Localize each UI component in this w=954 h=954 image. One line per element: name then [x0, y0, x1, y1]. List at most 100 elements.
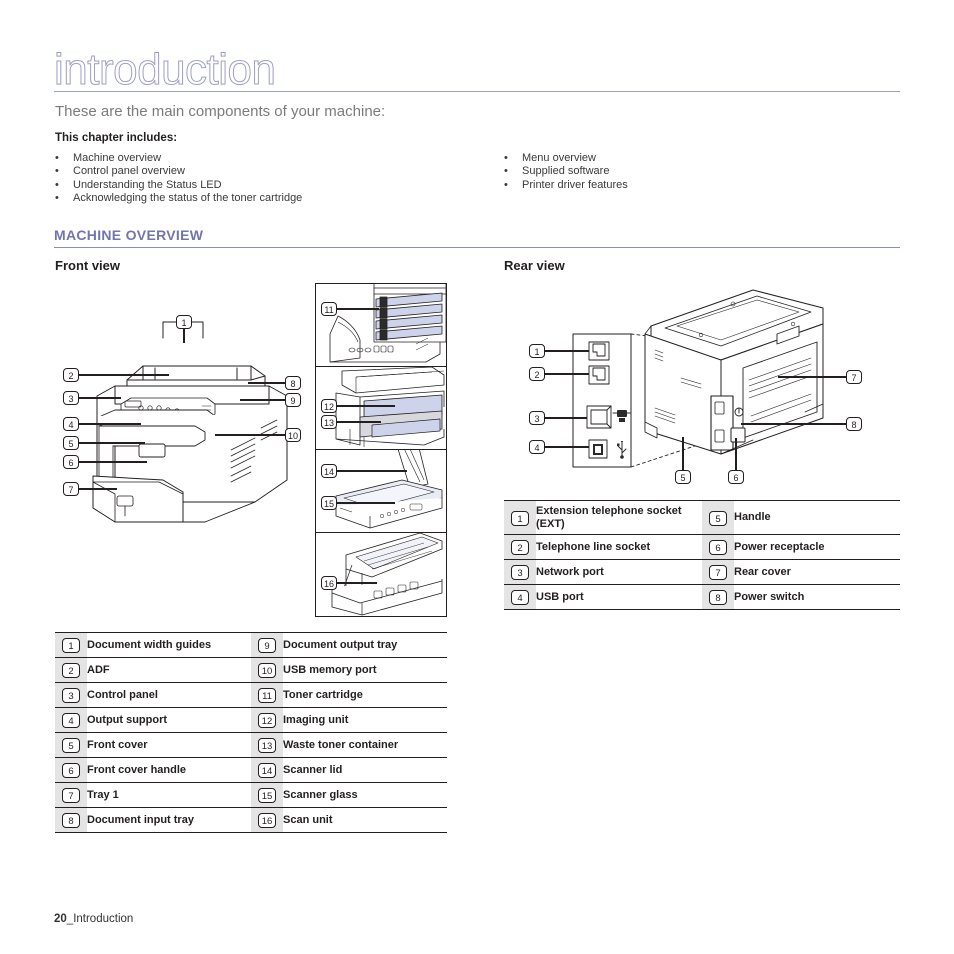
row-label-cell: USB memory port [283, 657, 447, 683]
row-label-cell: Toner cartridge [283, 682, 447, 708]
number-badge: 8 [709, 590, 727, 605]
rear-callout-6: 6 [728, 470, 744, 484]
list-item-label: Machine overview [73, 152, 162, 164]
bullet-icon: • [504, 152, 508, 164]
row-number-cell: 4 [504, 584, 536, 610]
intro-sentence: These are the main components of your ma… [55, 103, 386, 120]
leader-line [741, 423, 847, 425]
row-label-cell: Power switch [734, 584, 900, 610]
row-number-cell: 14 [251, 757, 283, 783]
bullet-icon: • [55, 165, 59, 178]
row-label-cell: Network port [536, 559, 702, 585]
page-title: introduction [53, 45, 276, 94]
row-number-cell: 1 [504, 500, 536, 535]
row-number-cell: 2 [55, 657, 87, 683]
list-item-label: Acknowledging the status of the toner ca… [73, 191, 303, 204]
row-label-cell: Output support [87, 707, 251, 733]
table-row: 7 Tray 1 15 Scanner glass [55, 782, 447, 808]
list-item: • Printer driver features [504, 179, 628, 192]
number-badge: 9 [258, 638, 276, 653]
front-callout-7: 7 [63, 482, 79, 496]
number-badge: 11 [258, 688, 276, 703]
number-badge: 5 [62, 738, 80, 753]
row-label-cell: Front cover [87, 732, 251, 758]
rear-view-parts-table: 1 Extension telephone socket (EXT) 5 Han… [504, 500, 900, 610]
leader-line [79, 488, 117, 490]
leader-line [183, 329, 185, 343]
number-badge: 10 [258, 663, 276, 678]
table-row: 4 Output support 12 Imaging unit [55, 707, 447, 733]
leader-line [778, 376, 847, 378]
rear-callout-7: 7 [846, 370, 862, 384]
row-label-cell: Handle [734, 500, 900, 535]
table-row: 1 Extension telephone socket (EXT) 5 Han… [504, 500, 900, 535]
row-label-cell: Power receptacle [734, 534, 900, 560]
row-number-cell: 5 [702, 500, 734, 535]
front-callout-1: 1 [176, 315, 192, 329]
front-view-parts-table: 1 Document width guides 9 Document outpu… [55, 632, 447, 833]
front-callout-10: 10 [285, 428, 301, 442]
leader-line [79, 374, 169, 376]
row-label-cell: Front cover handle [87, 757, 251, 783]
leader-line [240, 399, 286, 401]
leader-line [337, 502, 395, 504]
front-callout-16: 16 [321, 576, 337, 590]
row-label-cell: Imaging unit [283, 707, 447, 733]
row-label-cell: Telephone line socket [536, 534, 702, 560]
list-item: • Machine overview [55, 152, 302, 165]
number-badge: 4 [62, 713, 80, 728]
row-number-cell: 6 [702, 534, 734, 560]
number-badge: 15 [258, 788, 276, 803]
row-number-cell: 8 [55, 807, 87, 833]
rear-callout-5: 5 [675, 470, 691, 484]
number-badge: 8 [62, 813, 80, 828]
list-item-label: Control panel overview [73, 165, 185, 178]
number-badge: 5 [709, 510, 727, 526]
front-callout-14: 14 [321, 464, 337, 478]
front-callout-5: 5 [63, 436, 79, 450]
row-number-cell: 7 [55, 782, 87, 808]
leader-line [337, 470, 407, 472]
row-number-cell: 12 [251, 707, 283, 733]
row-number-cell: 13 [251, 732, 283, 758]
number-badge: 1 [511, 510, 529, 526]
leader-line [79, 442, 145, 444]
list-item-label: Printer driver features [522, 178, 628, 191]
front-callout-8: 8 [285, 376, 301, 390]
bullet-icon: • [504, 165, 508, 178]
rear-callout-2: 2 [529, 367, 545, 381]
row-number-cell: 3 [55, 682, 87, 708]
table-row: 2 ADF 10 USB memory port [55, 657, 447, 683]
number-badge: 3 [511, 565, 529, 580]
list-item: • Control panel overview [55, 165, 302, 178]
row-label-cell: Document output tray [283, 632, 447, 658]
inset-toner-cartridge [315, 283, 447, 368]
table-row: 8 Document input tray 16 Scan unit [55, 807, 447, 833]
row-label-cell: Control panel [87, 682, 251, 708]
chapter-includes-label: This chapter includes: [55, 132, 178, 144]
table-row: 3 Control panel 11 Toner cartridge [55, 682, 447, 708]
leader-line [79, 461, 147, 463]
row-number-cell: 4 [55, 707, 87, 733]
list-item: • Menu overview [504, 152, 628, 165]
leader-line [545, 373, 589, 375]
row-label-cell: Scan unit [283, 807, 447, 833]
footer-page-number: 20 [54, 913, 67, 925]
front-callout-2: 2 [63, 368, 79, 382]
table-row: 1 Document width guides 9 Document outpu… [55, 632, 447, 658]
leader-line [545, 446, 589, 448]
front-callout-11: 11 [321, 302, 337, 316]
front-callout-13: 13 [321, 415, 337, 429]
rear-callout-4: 4 [529, 440, 545, 454]
number-badge: 1 [62, 638, 80, 653]
footer-page-label: _Introduction [66, 913, 134, 925]
list-item: • Acknowledging the status of the toner c… [55, 192, 302, 205]
bullet-icon: • [55, 152, 59, 164]
row-label-cell: Document input tray [87, 807, 251, 833]
front-view-subheading: Front view [55, 258, 121, 273]
row-label-cell: Waste toner container [283, 732, 447, 758]
row-label-cell: Tray 1 [87, 782, 251, 808]
list-item: • Supplied software [504, 165, 628, 178]
rear-view-subheading: Rear view [504, 258, 565, 273]
table-row: 3 Network port 7 Rear cover [504, 559, 900, 585]
